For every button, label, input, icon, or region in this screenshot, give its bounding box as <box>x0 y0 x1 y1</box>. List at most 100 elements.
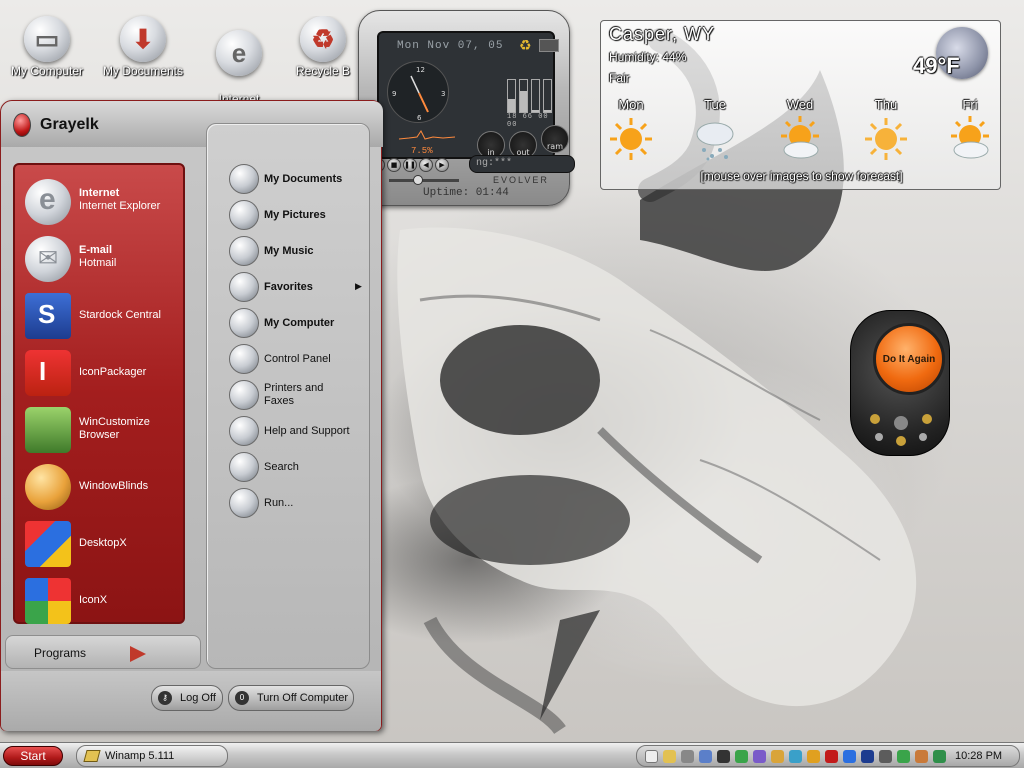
snow-icon[interactable] <box>692 116 738 162</box>
forecast-day-mon[interactable]: Mon <box>596 97 666 162</box>
do-it-again-button[interactable]: Do It Again <box>873 323 945 395</box>
tray-icon[interactable] <box>825 750 838 763</box>
svg-text:6: 6 <box>417 114 422 122</box>
tray-icon[interactable] <box>915 750 928 763</box>
clock-face: 12 3 6 9 <box>392 66 445 122</box>
recent-item-label: WindowBlinds <box>79 480 149 492</box>
place-favorites[interactable]: Favorites ▶ <box>229 270 369 304</box>
recent-item-label: DesktopX <box>79 537 127 549</box>
place-label: My Pictures <box>264 209 326 221</box>
back-button[interactable]: ◀ <box>419 158 433 172</box>
recent-iconx[interactable]: IconX <box>25 574 185 626</box>
weather-temperature: 49°F <box>913 53 960 78</box>
place-my-computer[interactable]: My Computer <box>229 306 369 340</box>
volume-knob[interactable] <box>413 175 423 185</box>
recent-stardock-central[interactable]: S Stardock Central <box>25 289 185 341</box>
iconpackager-icon: I <box>25 350 71 396</box>
all-programs-button[interactable]: Programs <box>5 635 201 669</box>
desktop-icon-my-documents[interactable]: ⬇ My Documents <box>97 16 189 78</box>
start-button[interactable]: Start <box>3 746 63 766</box>
uptime-text: Uptime: 01:44 <box>423 187 509 199</box>
recycle-bin-icon: ♻ <box>300 16 346 62</box>
desktop-icon-my-computer[interactable]: ▭ My Computer <box>1 16 93 78</box>
next-button[interactable]: ▶ <box>435 158 449 172</box>
clock-time[interactable]: 10:28 PM <box>955 750 1002 762</box>
tray-icon[interactable] <box>789 750 802 763</box>
stop-button[interactable]: ■ <box>387 158 401 172</box>
tray-icon[interactable] <box>717 750 730 763</box>
evolver-screen: Mon Nov 07, 05 ♻ 12 3 6 9 7.5% 18 66 00 … <box>377 31 569 159</box>
tray-icon[interactable] <box>861 750 874 763</box>
tray-icon[interactable] <box>807 750 820 763</box>
tray-icon[interactable] <box>735 750 748 763</box>
place-printers-faxes[interactable]: Printers and Faxes <box>229 378 369 412</box>
recent-iconpackager[interactable]: I IconPackager <box>25 346 185 398</box>
pinned-title: Internet <box>79 187 120 199</box>
tray-icon[interactable] <box>879 750 892 763</box>
desktop-icon-label: Recycle B <box>295 64 351 78</box>
recent-wincustomize-browser[interactable]: WinCustomize Browser <box>25 403 185 455</box>
place-label: My Music <box>264 245 314 257</box>
log-off-button[interactable]: ⚷ Log Off <box>151 685 223 711</box>
forecast-day-thu[interactable]: Thu <box>851 97 921 162</box>
do-it-again-widget[interactable]: Do It Again <box>842 304 958 460</box>
taskbar-button-winamp[interactable]: Winamp 5.111 <box>76 745 228 767</box>
place-my-pictures[interactable]: My Pictures <box>229 198 369 232</box>
tray-icon[interactable] <box>897 750 910 763</box>
pinned-internet[interactable]: e Internet Internet Explorer <box>25 175 185 227</box>
volume-slider[interactable] <box>389 175 459 185</box>
tray-icon[interactable] <box>753 750 766 763</box>
email-icon: ✉ <box>25 236 71 282</box>
desktop-icon-recycle-bin[interactable]: ♻ Recycle B <box>289 16 357 78</box>
tray-icon[interactable] <box>771 750 784 763</box>
recent-item-label: Stardock Central <box>79 309 161 321</box>
partly-cloudy-icon[interactable] <box>777 116 823 162</box>
pinned-email[interactable]: ✉ E-mail Hotmail <box>25 232 185 284</box>
place-my-music[interactable]: My Music <box>229 234 369 268</box>
tray-icon[interactable] <box>843 750 856 763</box>
svg-text:3: 3 <box>441 90 445 98</box>
partly-cloudy-icon[interactable] <box>947 116 993 162</box>
tray-icon[interactable] <box>663 750 676 763</box>
place-search[interactable]: Search <box>229 450 369 484</box>
sunny-icon[interactable] <box>608 116 654 162</box>
tray-icon[interactable] <box>933 750 946 763</box>
forecast-day-fri[interactable]: Fri <box>935 97 1005 162</box>
place-label: Favorites <box>264 281 313 293</box>
pinned-subtitle: Hotmail <box>79 257 117 269</box>
place-my-documents[interactable]: My Documents <box>229 162 369 196</box>
favorites-icon <box>229 272 259 302</box>
weather-widget[interactable]: Casper, WY Humidity: 44% Fair 49°F Mon T… <box>600 20 1001 190</box>
evolver-widget[interactable]: Mon Nov 07, 05 ♻ 12 3 6 9 7.5% 18 66 00 … <box>358 10 575 206</box>
turn-off-button[interactable]: 0 Turn Off Computer <box>228 685 354 711</box>
recent-desktopx[interactable]: DesktopX <box>25 517 185 569</box>
pinned-title: E-mail <box>79 244 113 256</box>
forecast-day-label: Tue <box>704 97 726 112</box>
submenu-arrow-icon: ▶ <box>355 281 362 291</box>
arrow-right-icon <box>130 646 146 662</box>
internet-explorer-icon: e <box>25 179 71 225</box>
recent-item-label: WinCustomize Browser <box>79 416 150 441</box>
windowblinds-icon <box>25 464 71 510</box>
computer-icon: ▭ <box>24 16 70 62</box>
start-menu: Grayelk e Internet Internet Explorer ✉ E… <box>0 100 383 731</box>
evolver-date: Mon Nov 07, 05 <box>397 40 504 52</box>
place-control-panel[interactable]: Control Panel <box>229 342 369 376</box>
forecast-day-label: Mon <box>618 97 644 112</box>
tray-icon[interactable] <box>645 750 658 763</box>
place-run[interactable]: Run... <box>229 486 369 520</box>
recent-windowblinds[interactable]: WindowBlinds <box>25 460 185 512</box>
internet-explorer-icon: e <box>216 30 262 76</box>
key-icon: ⚷ <box>158 691 172 705</box>
pinned-subtitle: Internet Explorer <box>79 200 161 212</box>
pause-button[interactable]: ❚❚ <box>403 158 417 172</box>
mail-icon[interactable] <box>539 39 559 52</box>
weather-humidity: Humidity: 44% <box>609 50 687 64</box>
tray-icon[interactable] <box>699 750 712 763</box>
sunny-icon[interactable] <box>863 116 909 162</box>
forecast-day-tue[interactable]: Tue <box>680 97 750 162</box>
tray-icon[interactable] <box>681 750 694 763</box>
forecast-day-wed[interactable]: Wed <box>765 97 835 162</box>
wincustomize-browser-icon <box>25 407 71 453</box>
place-help-support[interactable]: Help and Support <box>229 414 369 448</box>
